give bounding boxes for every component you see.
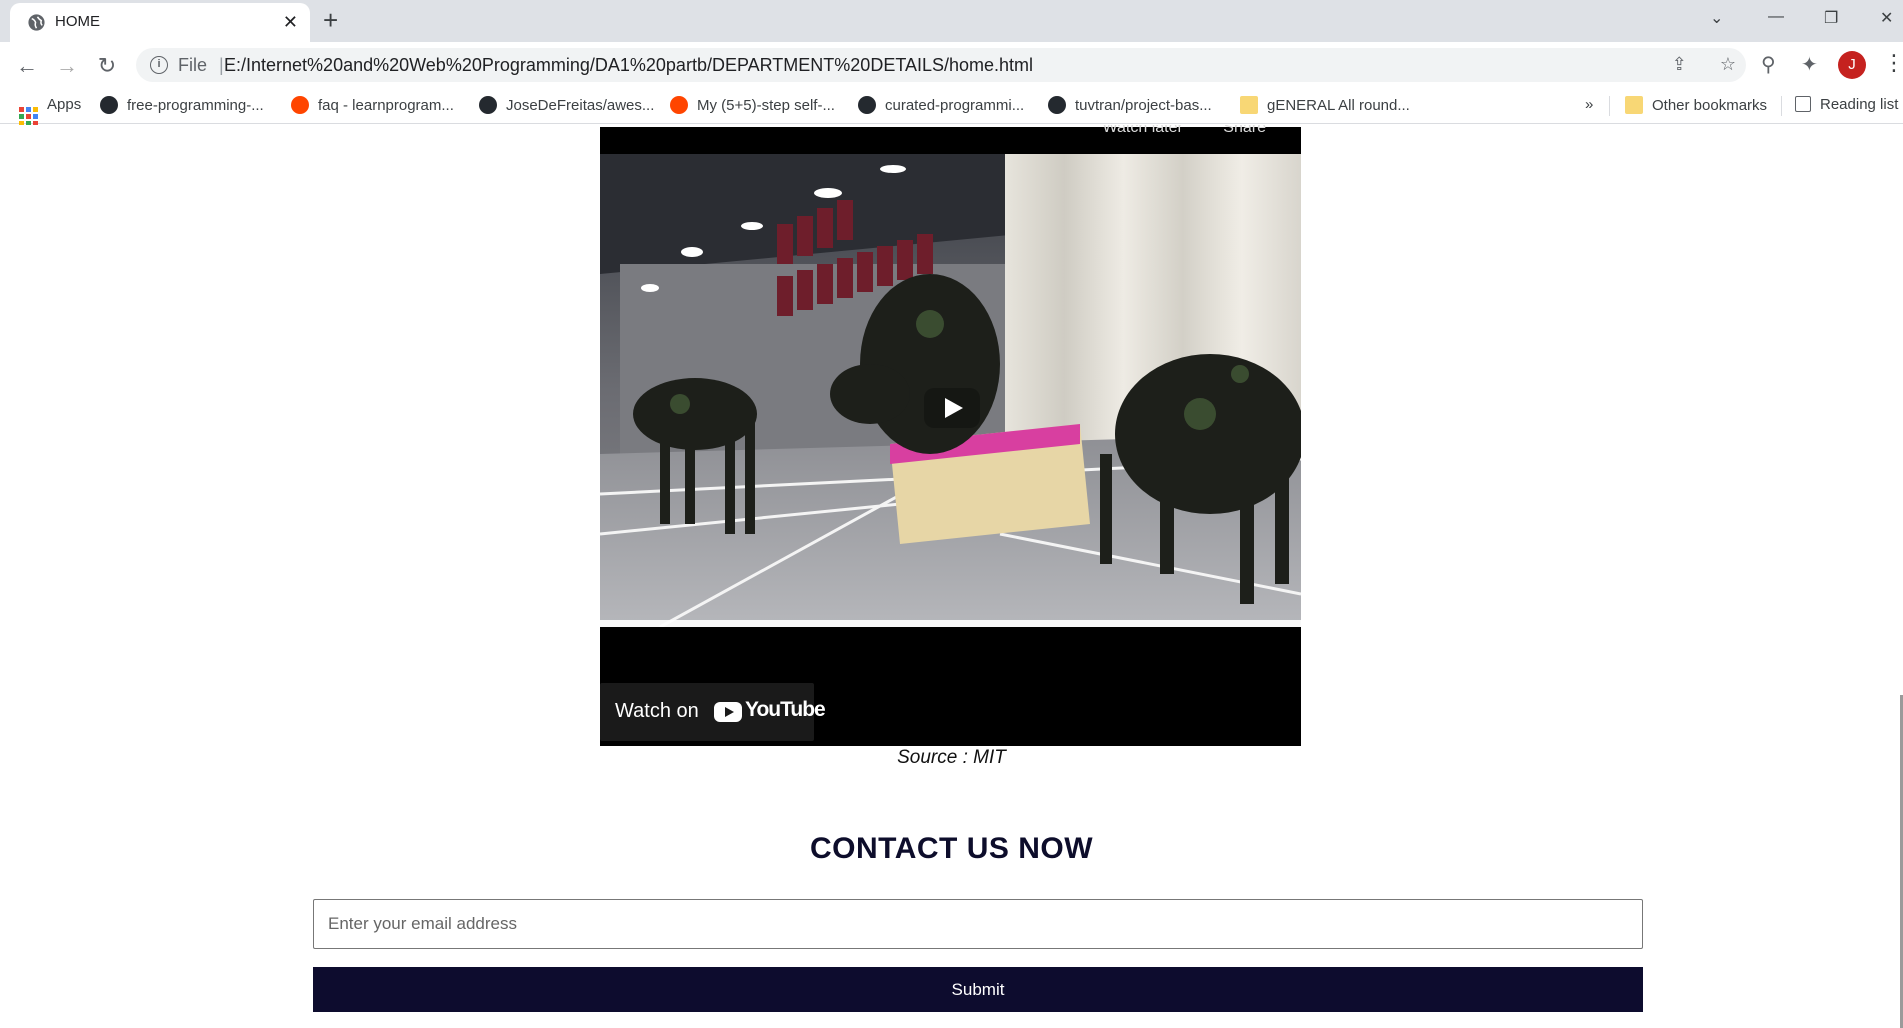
bookmarks-bar: Apps free-programming-... faq - learnpro… [0, 88, 1903, 126]
tab-title: HOME [55, 13, 100, 30]
tab-search-icon[interactable]: ⌄ [1710, 8, 1723, 28]
folder-icon [1625, 96, 1643, 114]
address-bar[interactable]: i File | E:/Internet%20and%20Web%20Progr… [136, 48, 1746, 82]
forward-icon[interactable]: → [54, 53, 80, 79]
bookmark-star-icon[interactable]: ☆ [1720, 54, 1736, 74]
watch-on-youtube-button[interactable]: Watch on YouTube [600, 683, 826, 741]
bookmark-item[interactable]: curated-programmi... [858, 96, 1024, 114]
restore-icon[interactable]: ❐ [1824, 8, 1838, 28]
contact-heading: CONTACT US NOW [809, 832, 1094, 865]
bookmark-item[interactable]: gENERAL All round... [1240, 96, 1410, 114]
bookmarks-overflow-button[interactable]: » [1585, 96, 1593, 113]
scrollbar[interactable] [1899, 125, 1903, 1028]
url-text[interactable]: E:/Internet%20and%20Web%20Programming/DA… [224, 55, 1033, 76]
reddit-icon [291, 96, 309, 114]
youtube-wordmark: YouTube [745, 698, 826, 721]
new-tab-button[interactable]: + [323, 7, 338, 33]
watch-later-button[interactable]: Watch later [1103, 125, 1183, 136]
divider [1609, 96, 1610, 116]
bookmark-item[interactable]: My (5+5)-step self-... [670, 96, 835, 114]
play-button-icon[interactable] [924, 388, 980, 428]
video-top-bar: Watch later Share [600, 125, 1301, 154]
reddit-icon [670, 96, 688, 114]
minimize-icon[interactable]: — [1768, 8, 1784, 26]
close-window-icon[interactable]: ✕ [1880, 8, 1893, 28]
video-thumbnail[interactable] [600, 154, 1301, 627]
github-icon [100, 96, 118, 114]
reading-list-icon [1795, 96, 1811, 112]
folder-icon [1240, 96, 1258, 114]
other-bookmarks[interactable]: Other bookmarks [1625, 96, 1767, 114]
share-button[interactable]: Share [1223, 125, 1266, 136]
email-field[interactable] [313, 899, 1643, 949]
globe-icon [28, 14, 45, 31]
tab-home[interactable]: HOME ✕ [10, 3, 310, 42]
video-caption: Source : MIT [897, 747, 1006, 768]
reload-icon[interactable]: ↻ [94, 53, 120, 79]
bookmark-item[interactable]: tuvtran/project-bas... [1048, 96, 1212, 114]
youtube-logo-icon [714, 702, 742, 722]
reading-list[interactable]: Reading list [1795, 96, 1898, 113]
bookmark-item[interactable]: faq - learnprogram... [291, 96, 454, 114]
avatar[interactable]: J [1838, 51, 1866, 79]
url-separator: | [219, 55, 224, 75]
share-icon[interactable]: ⇪ [1672, 54, 1687, 74]
info-icon[interactable]: i [150, 56, 168, 74]
submit-button[interactable]: Submit [313, 967, 1643, 1012]
apps-grid-icon [19, 107, 38, 126]
bookmark-item[interactable]: free-programming-... [100, 96, 264, 114]
github-icon [479, 96, 497, 114]
bookmark-apps[interactable]: Apps [19, 96, 81, 126]
tab-strip: HOME ✕ + ⌄ — ❐ ✕ [0, 0, 1903, 42]
watch-on-label: Watch on [615, 700, 699, 722]
github-icon [858, 96, 876, 114]
divider [1781, 96, 1782, 116]
bookmark-item[interactable]: JoseDeFreitas/awes... [479, 96, 654, 114]
github-icon [1048, 96, 1066, 114]
extensions-icon[interactable]: ✦ [1801, 52, 1818, 77]
back-icon[interactable]: ← [14, 53, 40, 79]
menu-icon[interactable]: ⋮ [1883, 50, 1903, 76]
search-icon[interactable]: ⚲ [1761, 52, 1776, 77]
youtube-embed[interactable]: Watch later Share Watch on YouTube [600, 125, 1301, 746]
url-scheme-label: File [178, 55, 208, 75]
page-content: Watch later Share Watch on YouTube Sourc… [0, 125, 1903, 1028]
browser-toolbar: ← → ↻ i File | E:/Internet%20and%20Web%2… [0, 42, 1903, 88]
omnibox-actions: ⇪ ☆ [1672, 54, 1736, 75]
close-tab-icon[interactable]: ✕ [283, 12, 298, 33]
